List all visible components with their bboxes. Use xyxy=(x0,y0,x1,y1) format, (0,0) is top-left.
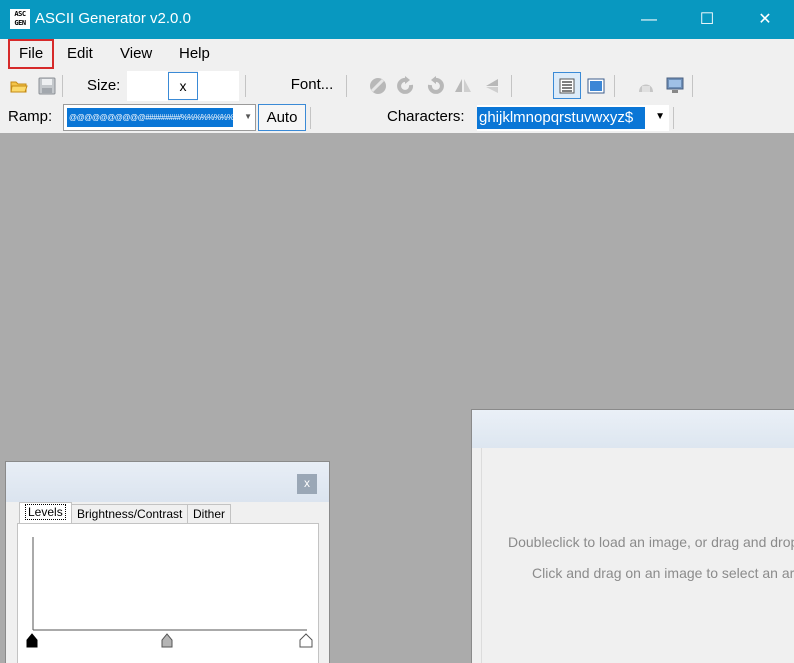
flip-vertical-icon[interactable] xyxy=(453,76,473,96)
image-panel: Doubleclick to load an image, or drag an… xyxy=(471,409,794,663)
menu-edit[interactable]: Edit xyxy=(58,39,102,69)
levels-close-button[interactable]: x xyxy=(297,474,317,494)
tab-dither[interactable]: Dither xyxy=(187,504,232,524)
close-button[interactable]: ✕ xyxy=(736,0,794,39)
toolbar-separator xyxy=(614,75,615,97)
levels-histogram xyxy=(26,537,313,648)
size-height-input[interactable] xyxy=(198,71,239,101)
window-title: ASCII Generator v2.0.0 xyxy=(35,10,191,27)
monitor-icon[interactable] xyxy=(665,76,685,96)
menu-view[interactable]: View xyxy=(111,39,161,69)
image-mode-icon[interactable] xyxy=(586,76,606,96)
main-toolbar: Size: x Font... xyxy=(0,70,794,102)
maximize-icon: ☐ xyxy=(699,11,715,28)
black-point-slider[interactable] xyxy=(26,633,38,648)
ramp-label: Ramp: xyxy=(8,108,53,125)
rotate-ccw-icon[interactable] xyxy=(425,76,445,96)
menu-help[interactable]: Help xyxy=(170,39,219,69)
menu-file[interactable]: File xyxy=(8,39,55,69)
text-mode-button[interactable] xyxy=(553,72,581,99)
chevron-down-icon[interactable]: ▼ xyxy=(244,112,252,121)
app-logo-icon: ASC GEN xyxy=(10,9,30,29)
ramp-toolbar: Ramp: @@@@@@@@@@#########%%%%%%%%%%:::::… xyxy=(0,102,794,133)
load-image-hint: Doubleclick to load an image, or drag an… xyxy=(508,534,794,550)
app-window: ASC GEN ASCII Generator v2.0.0 — ☐ ✕ File… xyxy=(0,0,794,663)
toolbar-separator xyxy=(511,75,512,97)
rotate-cw-icon[interactable] xyxy=(396,76,416,96)
white-point-slider[interactable] xyxy=(299,633,313,648)
open-folder-icon[interactable] xyxy=(9,76,29,96)
toolbar-separator xyxy=(62,75,63,97)
levels-window: x Levels Brightness/Contrast Dither xyxy=(5,461,330,663)
fit-icon[interactable] xyxy=(636,76,656,96)
flip-horizontal-icon[interactable] xyxy=(482,76,502,96)
toolbar-separator xyxy=(692,75,693,97)
characters-combobox[interactable]: ghijklmnopqrstuvwxyz$ ▼ xyxy=(477,105,669,131)
ramp-value: @@@@@@@@@@#########%%%%%%%%%%::::::::::.… xyxy=(67,108,233,127)
midtone-slider[interactable] xyxy=(161,633,173,648)
toolbar-separator xyxy=(346,75,347,97)
chevron-down-icon[interactable]: ▼ xyxy=(655,111,665,122)
maximize-button[interactable]: ☐ xyxy=(678,0,736,39)
minimize-icon: — xyxy=(641,11,657,28)
image-drop-area[interactable]: Doubleclick to load an image, or drag an… xyxy=(481,448,794,663)
levels-panel xyxy=(17,523,319,663)
auto-button[interactable]: Auto xyxy=(258,104,306,131)
characters-value: ghijklmnopqrstuvwxyz$ xyxy=(477,107,645,129)
tab-brightness-contrast[interactable]: Brightness/Contrast xyxy=(71,504,189,524)
characters-label: Characters: xyxy=(387,108,465,125)
title-bar[interactable]: ASC GEN ASCII Generator v2.0.0 — ☐ ✕ xyxy=(0,0,794,39)
text-mode-icon xyxy=(559,78,575,94)
toolbar-separator xyxy=(673,107,674,129)
ramp-combobox[interactable]: @@@@@@@@@@#########%%%%%%%%%%::::::::::.… xyxy=(63,104,256,131)
size-separator-button[interactable]: x xyxy=(168,72,198,100)
save-icon[interactable] xyxy=(37,76,57,96)
font-button[interactable]: Font... xyxy=(280,70,344,100)
toolbar-separator xyxy=(310,107,311,129)
close-icon: ✕ xyxy=(758,11,772,28)
size-label: Size: xyxy=(87,77,121,94)
toolbar-separator xyxy=(245,75,246,97)
levels-titlebar[interactable]: x xyxy=(6,462,329,502)
select-area-hint: Click and drag on an image to select an … xyxy=(532,565,794,581)
image-panel-titlebar[interactable] xyxy=(472,410,794,448)
tab-levels[interactable]: Levels xyxy=(19,502,72,524)
menu-bar: File Edit View Help xyxy=(0,39,794,70)
black-text-icon[interactable] xyxy=(368,76,388,96)
minimize-button[interactable]: — xyxy=(620,0,678,39)
size-width-input[interactable] xyxy=(127,71,168,101)
